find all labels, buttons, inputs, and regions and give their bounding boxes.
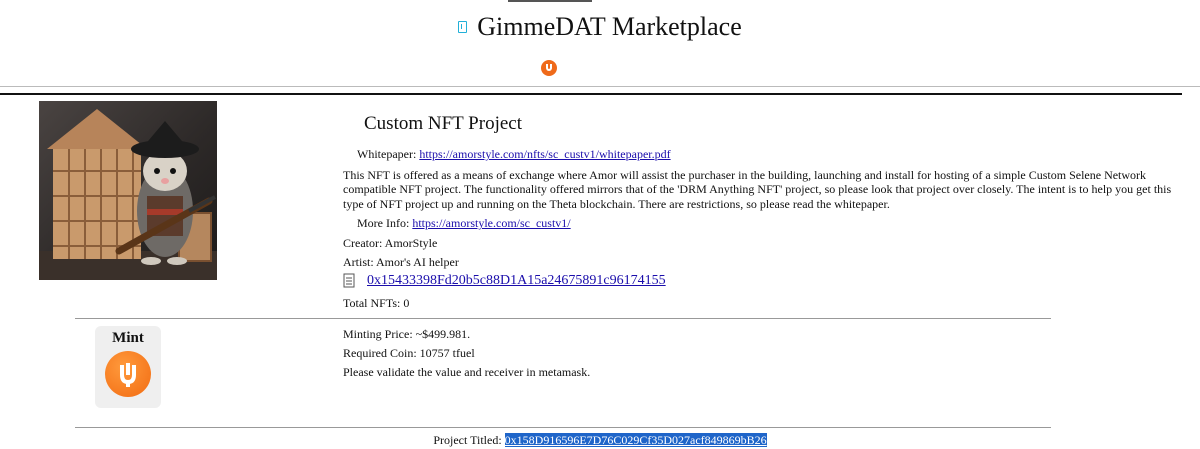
footer: Project Titled: 0x158D916596E7D76C029Cf3… — [0, 433, 1200, 448]
mint-button-label: Mint — [112, 330, 144, 346]
theta-fuel-mint-icon — [105, 351, 151, 397]
nft-artwork-image — [39, 101, 217, 280]
total-nfts-text: Total NFTs: 0 — [343, 296, 410, 310]
minting-price-text: Minting Price: ~$499.981. — [343, 327, 471, 341]
more-info-link[interactable]: https://amorstyle.com/sc_custv1/ — [412, 216, 570, 230]
more-info-label: More Info: — [357, 216, 410, 230]
hamster-illustration — [39, 109, 217, 280]
whitepaper-row: Whitepaper: https://amorstyle.com/nfts/s… — [357, 147, 671, 161]
header-divider — [0, 86, 1200, 87]
whitepaper-link[interactable]: https://amorstyle.com/nfts/sc_custv1/whi… — [419, 147, 670, 161]
mint-button[interactable]: Mint — [95, 326, 161, 408]
header: GimmeDAT Marketplace — [0, 12, 1200, 42]
top-divider — [508, 0, 592, 2]
theta-fuel-icon[interactable] — [541, 60, 557, 76]
section-divider — [75, 318, 1051, 319]
project-description: This NFT is offered as a means of exchan… — [343, 168, 1172, 211]
project-title: Custom NFT Project — [364, 113, 522, 134]
content-divider — [0, 93, 1182, 95]
page-title: GimmeDAT Marketplace — [477, 12, 742, 41]
more-info-row: More Info: https://amorstyle.com/sc_cust… — [357, 216, 571, 230]
document-icon — [458, 21, 468, 33]
artist-text: Artist: Amor's AI helper — [343, 255, 459, 269]
project-titled-label: Project Titled: — [433, 433, 502, 447]
metamask-notice-text: Please validate the value and receiver i… — [343, 365, 591, 379]
contract-document-icon — [343, 273, 357, 289]
project-titled-address-link[interactable]: 0x158D916596E7D76C029Cf35D027acf849869bB… — [504, 433, 767, 447]
creator-text: Creator: AmorStyle — [343, 236, 438, 250]
whitepaper-label: Whitepaper: — [357, 147, 417, 161]
contract-row: 0x15433398Fd20b5c88D1A15a24675891c961741… — [343, 273, 666, 289]
title-wrap: GimmeDAT Marketplace — [458, 12, 742, 42]
contract-address-link[interactable]: 0x15433398Fd20b5c88D1A15a24675891c961741… — [367, 273, 666, 289]
footer-divider — [75, 427, 1051, 428]
required-coin-text: Required Coin: 10757 tfuel — [343, 346, 475, 360]
